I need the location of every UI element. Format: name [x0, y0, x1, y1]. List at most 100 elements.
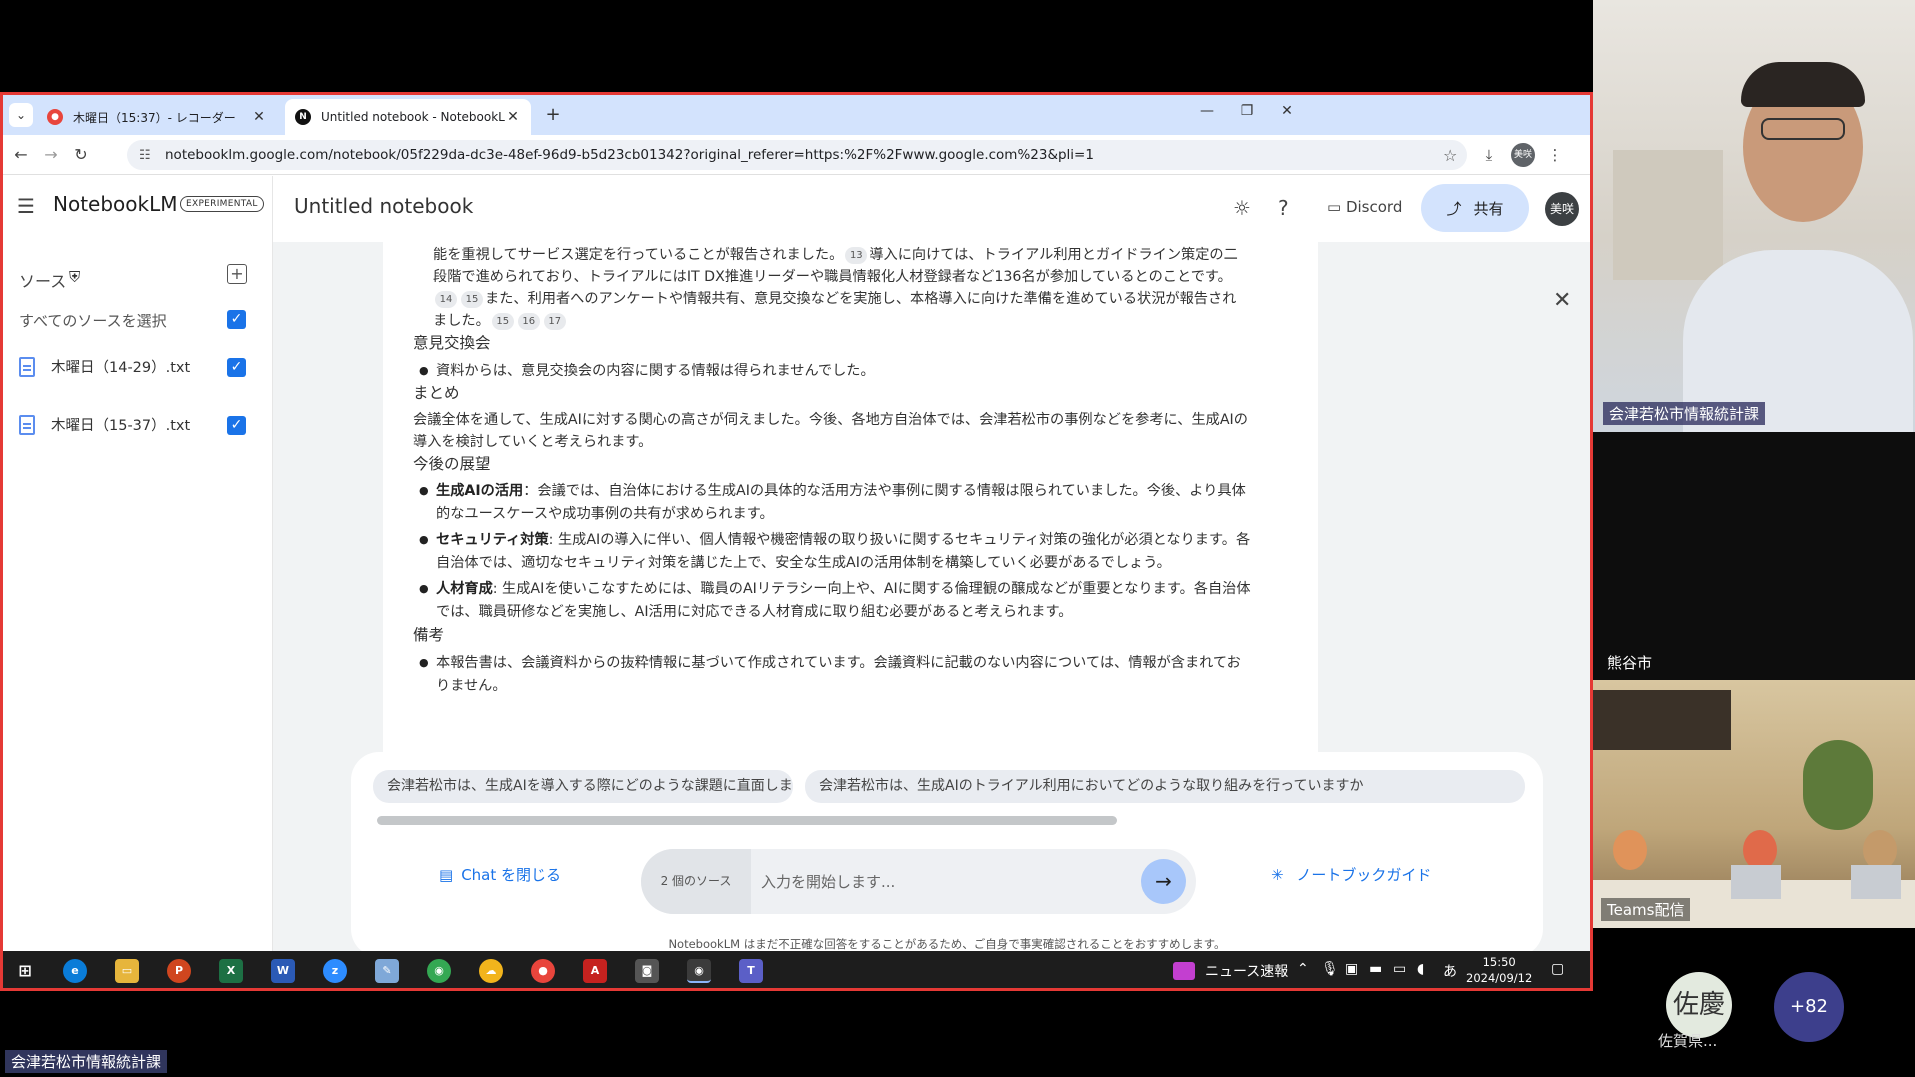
section-heading: 意見交換会: [413, 334, 491, 352]
download-icon[interactable]: ⤓: [1477, 143, 1501, 167]
report-paragraph-line: 14 15 また、利用者へのアンケートや情報共有、意見交換などを実施し、本格導入に向…: [433, 288, 1293, 311]
citation-chip[interactable]: 13: [845, 247, 868, 264]
close-chat-button[interactable]: ▤ Chat を閉じる: [439, 864, 561, 885]
volume-icon[interactable]: ◖: [1417, 961, 1424, 977]
clock-time: 15:50: [1482, 955, 1516, 969]
browser-tab-bar: ⌄ ● 木曜日（15:37）- レコーダー ✕ N Untitled noteb…: [3, 95, 1590, 135]
news-icon: [1173, 962, 1195, 980]
discord-label: Discord: [1345, 198, 1403, 216]
teams-icon[interactable]: T: [739, 959, 763, 983]
glasses: [1761, 118, 1845, 140]
notebook-guide-button[interactable]: ✳ ノートブックガイド: [1271, 864, 1431, 885]
document-icon: [19, 414, 35, 435]
citation-chip[interactable]: 15: [461, 291, 483, 308]
tab-search-chevron-icon[interactable]: ⌄: [9, 103, 33, 127]
source-count-chip[interactable]: 2 個のソース: [641, 849, 751, 914]
sources-sidebar: ☰ NotebookLM EXPERIMENTAL ソース ⛨ + すべてのソー…: [3, 176, 273, 953]
recorder-icon[interactable]: ●: [531, 959, 555, 983]
participant-avatar[interactable]: 佐慶: [1666, 972, 1732, 1038]
citation-chip[interactable]: 15: [491, 313, 514, 330]
ime-indicator[interactable]: あ: [1443, 961, 1457, 981]
video-tile-teams[interactable]: Teams配信: [1593, 680, 1915, 928]
notifications-icon[interactable]: ▢: [1551, 961, 1564, 977]
acrobat-icon[interactable]: A: [583, 959, 607, 983]
close-tab-icon[interactable]: ✕: [505, 109, 521, 125]
source-checkbox[interactable]: ✓: [227, 358, 246, 377]
hamburger-menu-icon[interactable]: ☰: [17, 194, 35, 218]
more-participants-button[interactable]: +82: [1774, 972, 1844, 1042]
discord-link[interactable]: ▭ Discord: [1327, 198, 1402, 216]
document-icon: [19, 356, 35, 377]
browser-menu-icon[interactable]: ⋮: [1543, 143, 1567, 167]
suggested-question[interactable]: 会津若松市は、生成AIを導入する際にどのような課題に直面しましたか？: [373, 770, 793, 803]
sources-heading: ソース: [19, 272, 67, 291]
word-icon[interactable]: W: [271, 959, 295, 983]
close-tab-icon[interactable]: ✕: [251, 109, 267, 125]
video-tile-presenter[interactable]: 会津若松市情報統計課: [1593, 0, 1915, 432]
edge-icon[interactable]: e: [63, 959, 87, 983]
news-widget[interactable]: ニュース速報: [1173, 961, 1288, 981]
person-head: [1863, 830, 1897, 870]
restore-icon[interactable]: ❐: [1235, 103, 1259, 119]
source-checkbox[interactable]: ✓: [227, 416, 246, 435]
plant: [1803, 740, 1873, 830]
notebooklm-app: ☰ NotebookLM EXPERIMENTAL ソース ⛨ + すべてのソー…: [3, 176, 1590, 957]
add-source-icon[interactable]: +: [227, 264, 247, 284]
close-note-icon[interactable]: ✕: [1553, 288, 1571, 313]
camera-icon[interactable]: ◙: [635, 959, 659, 983]
person-head: [1613, 830, 1647, 870]
citation-chip[interactable]: 17: [543, 313, 566, 330]
chrome-icon[interactable]: ◉: [427, 959, 451, 983]
bookmark-star-icon[interactable]: ☆: [1443, 146, 1467, 165]
share-label: 共有: [1473, 199, 1504, 218]
cloud-app-icon[interactable]: ☁: [479, 959, 503, 983]
forward-arrow-icon[interactable]: →: [39, 143, 63, 167]
chat-input-box[interactable]: 2 個のソース 入力を開始します... →: [641, 849, 1196, 914]
window-close-icon[interactable]: ✕: [1275, 103, 1299, 119]
chrome-active-icon[interactable]: ◉: [687, 959, 711, 983]
chat-icon: ▤: [439, 865, 454, 884]
battery-icon[interactable]: ▬: [1369, 961, 1382, 977]
select-all-label: すべてのソースを選択: [19, 312, 167, 330]
participant-name: Teams配信: [1601, 898, 1691, 921]
excel-icon[interactable]: X: [219, 959, 243, 983]
participant-avatar-name: 佐賀県...: [1658, 1032, 1718, 1050]
reload-icon[interactable]: ↻: [69, 143, 93, 167]
sparkle-icon: ✳: [1271, 866, 1284, 884]
chat-input-placeholder[interactable]: 入力を開始します...: [761, 871, 895, 892]
powerpoint-icon[interactable]: P: [167, 959, 191, 983]
windows-start-icon[interactable]: ⊞: [13, 959, 37, 983]
citation-chip[interactable]: 16: [517, 313, 540, 330]
network-icon[interactable]: ▭: [1393, 961, 1406, 977]
video-tile-kumagaya[interactable]: 熊谷市: [1593, 432, 1915, 680]
browser-profile-avatar[interactable]: 美咲: [1511, 143, 1535, 167]
tab-notebooklm[interactable]: N Untitled notebook - NotebookLM ✕: [285, 99, 531, 135]
clock-date: 2024/09/12: [1466, 971, 1533, 985]
minimize-icon[interactable]: —: [1195, 103, 1219, 119]
camera-tray-icon[interactable]: ▣: [1345, 961, 1358, 977]
notepad-icon[interactable]: ✎: [375, 959, 399, 983]
citation-chip[interactable]: 14: [435, 291, 457, 308]
suggested-question[interactable]: 会津若松市は、生成AIのトライアル利用においてどのような取り組みを行っていますか: [805, 770, 1525, 803]
tab-recorder[interactable]: ● 木曜日（15:37）- レコーダー ✕: [37, 99, 277, 135]
new-tab-plus-icon[interactable]: +: [541, 103, 565, 127]
taskbar-clock[interactable]: 15:50 2024/09/12: [1466, 954, 1532, 986]
notebook-title[interactable]: Untitled notebook: [294, 194, 473, 218]
select-all-checkbox[interactable]: ✓: [227, 310, 246, 329]
tray-chevron-icon[interactable]: ⌃: [1297, 961, 1309, 977]
back-arrow-icon[interactable]: ←: [9, 143, 33, 167]
url-omnibox[interactable]: ☷ notebooklm.google.com/notebook/05f229d…: [127, 140, 1467, 170]
theme-toggle-icon[interactable]: ☼: [1233, 196, 1251, 220]
microphone-icon[interactable]: 🎙: [1321, 961, 1339, 977]
help-icon[interactable]: ?: [1278, 196, 1289, 220]
send-arrow-icon[interactable]: →: [1141, 859, 1186, 904]
user-avatar[interactable]: 美咲: [1545, 192, 1579, 226]
source-item[interactable]: 木曜日（14-29）.txt: [19, 356, 190, 377]
file-explorer-icon[interactable]: ▭: [115, 959, 139, 983]
address-bar-row: ← → ↻ ☷ notebooklm.google.com/notebook/0…: [3, 135, 1590, 175]
site-info-icon[interactable]: ☷: [139, 148, 157, 163]
zoom-icon[interactable]: z: [323, 959, 347, 983]
suggestions-scrollbar[interactable]: [377, 816, 1117, 825]
share-button[interactable]: ⤴ 共有: [1421, 184, 1529, 232]
source-item[interactable]: 木曜日（15-37）.txt: [19, 414, 190, 435]
